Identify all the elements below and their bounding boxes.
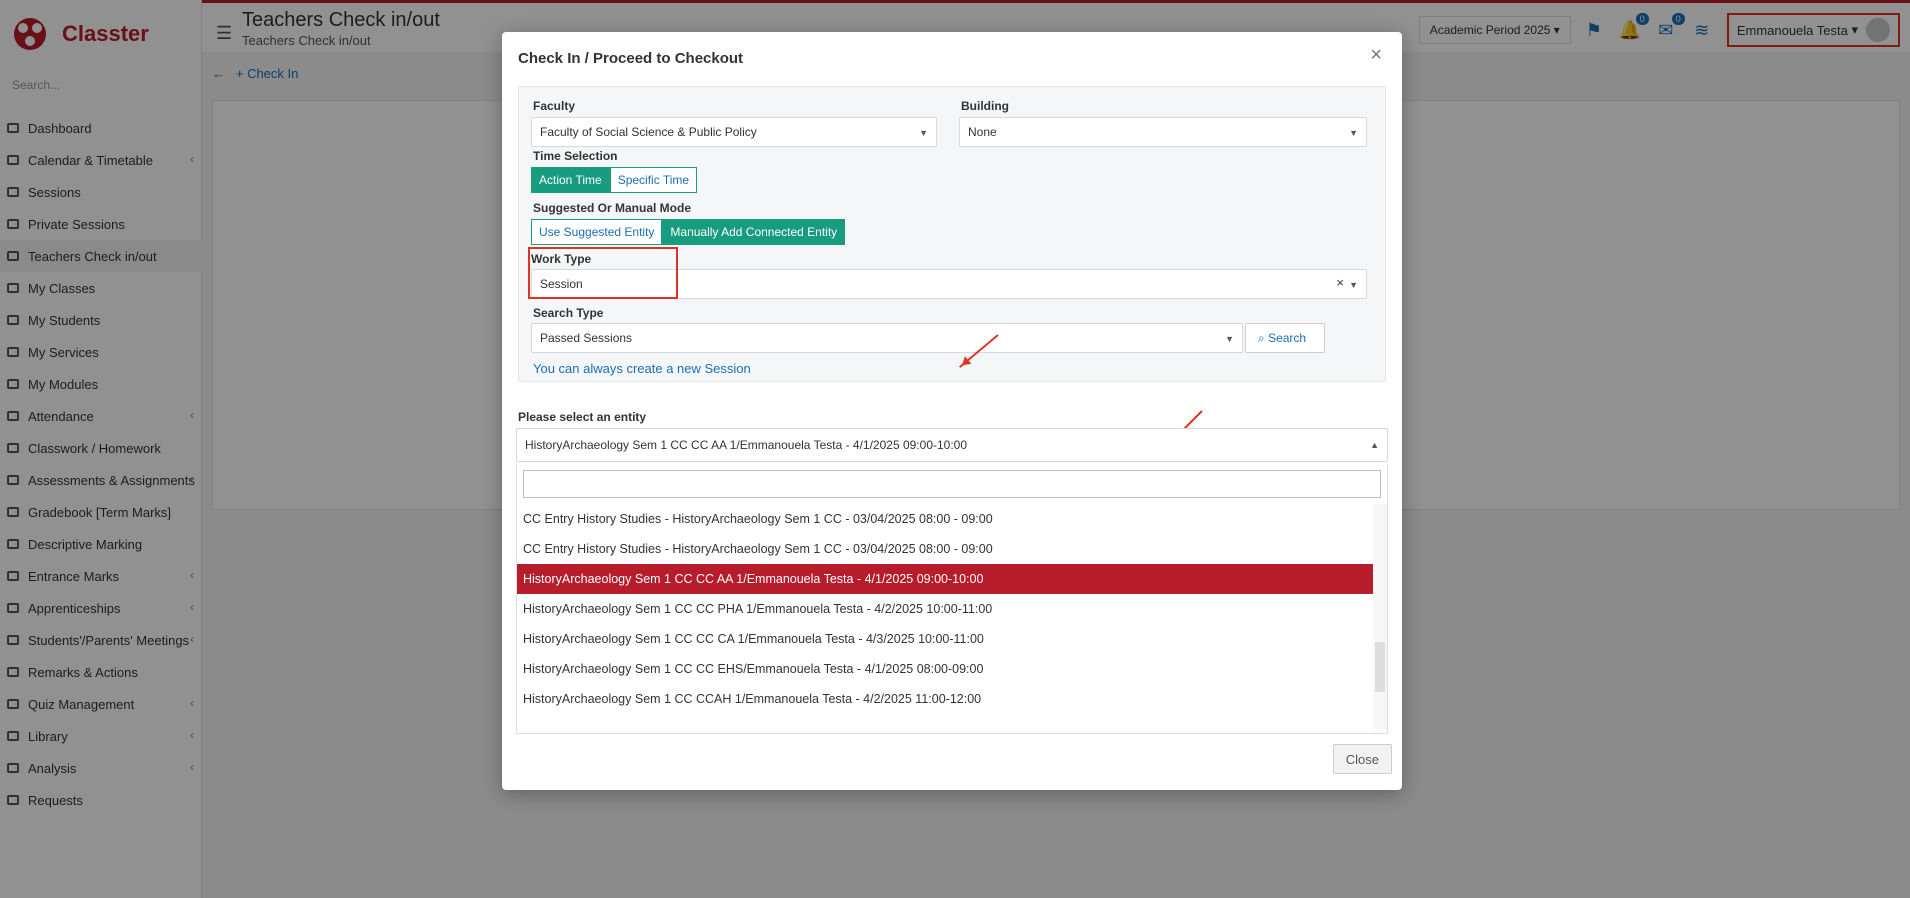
search-type-value: Passed Sessions	[540, 331, 633, 345]
chevron-down-icon: ▼	[1349, 128, 1358, 138]
chevron-up-icon: ▲	[1370, 440, 1379, 450]
entity-option[interactable]: CC Entry History Studies - HistoryArchae…	[517, 504, 1373, 534]
mode-label: Suggested Or Manual Mode	[533, 201, 692, 215]
entity-select[interactable]: HistoryArchaeology Sem 1 CC CC AA 1/Emma…	[516, 428, 1388, 462]
dropdown-search-input[interactable]	[523, 470, 1381, 498]
search-type-select[interactable]: Passed Sessions ▼	[531, 323, 1243, 353]
form-panel: Faculty Faculty of Social Science & Publ…	[518, 86, 1386, 382]
specific-time-button[interactable]: Specific Time	[609, 167, 698, 193]
close-icon[interactable]: ×	[1370, 44, 1382, 67]
chevron-down-icon: ▼	[1225, 334, 1234, 344]
close-button[interactable]: Close	[1332, 744, 1392, 774]
entity-option[interactable]: HistoryArchaeology Sem 1 CC CC CA 1/Emma…	[517, 624, 1373, 654]
create-session-link[interactable]: You can always create a new Session	[533, 361, 751, 376]
entity-options: CC Entry History Studies - HistoryArchae…	[517, 504, 1373, 714]
entity-value: HistoryArchaeology Sem 1 CC CC AA 1/Emma…	[525, 438, 968, 452]
search-icon: ⌕	[1258, 331, 1265, 345]
action-time-button[interactable]: Action Time	[531, 167, 610, 193]
modal-title: Check In / Proceed to Checkout	[518, 50, 744, 67]
scrollbar-thumb[interactable]	[1375, 642, 1385, 692]
clear-icon[interactable]: ×	[1336, 275, 1344, 290]
checkin-modal: Check In / Proceed to Checkout × Faculty…	[502, 32, 1402, 790]
entity-option[interactable]: HistoryArchaeology Sem 1 CC CC EHS/Emman…	[517, 654, 1373, 684]
entity-option[interactable]: HistoryArchaeology Sem 1 CC CC PHA 1/Emm…	[517, 594, 1373, 624]
chevron-down-icon: ▼	[1349, 280, 1358, 290]
search-type-label: Search Type	[533, 306, 604, 320]
building-value: None	[968, 125, 997, 139]
manually-add-button[interactable]: Manually Add Connected Entity	[662, 219, 846, 245]
entity-label: Please select an entity	[518, 410, 647, 424]
entity-option[interactable]: HistoryArchaeology Sem 1 CC CCAH 1/Emman…	[517, 684, 1373, 714]
building-select[interactable]: None ▼	[959, 117, 1367, 147]
dropdown-scrollbar[interactable]	[1373, 504, 1387, 729]
highlight-box	[528, 247, 678, 299]
search-button[interactable]: ⌕ Search	[1245, 323, 1325, 353]
entity-option[interactable]: CC Entry History Studies - HistoryArchae…	[517, 534, 1373, 564]
faculty-value: Faculty of Social Science & Public Polic…	[540, 125, 757, 139]
time-selection-group: Action Time Specific Time	[531, 167, 698, 193]
search-button-label: Search	[1268, 331, 1307, 345]
mode-group: Use Suggested Entity Manually Add Connec…	[531, 219, 846, 245]
faculty-select[interactable]: Faculty of Social Science & Public Polic…	[531, 117, 937, 147]
faculty-label: Faculty	[533, 99, 576, 113]
entity-dropdown: CC Entry History Studies - HistoryArchae…	[516, 464, 1388, 734]
building-label: Building	[961, 99, 1009, 113]
entity-option[interactable]: HistoryArchaeology Sem 1 CC CC AA 1/Emma…	[517, 564, 1373, 594]
use-suggested-button[interactable]: Use Suggested Entity	[531, 219, 663, 245]
time-selection-label: Time Selection	[533, 149, 618, 163]
chevron-down-icon: ▼	[919, 128, 928, 138]
